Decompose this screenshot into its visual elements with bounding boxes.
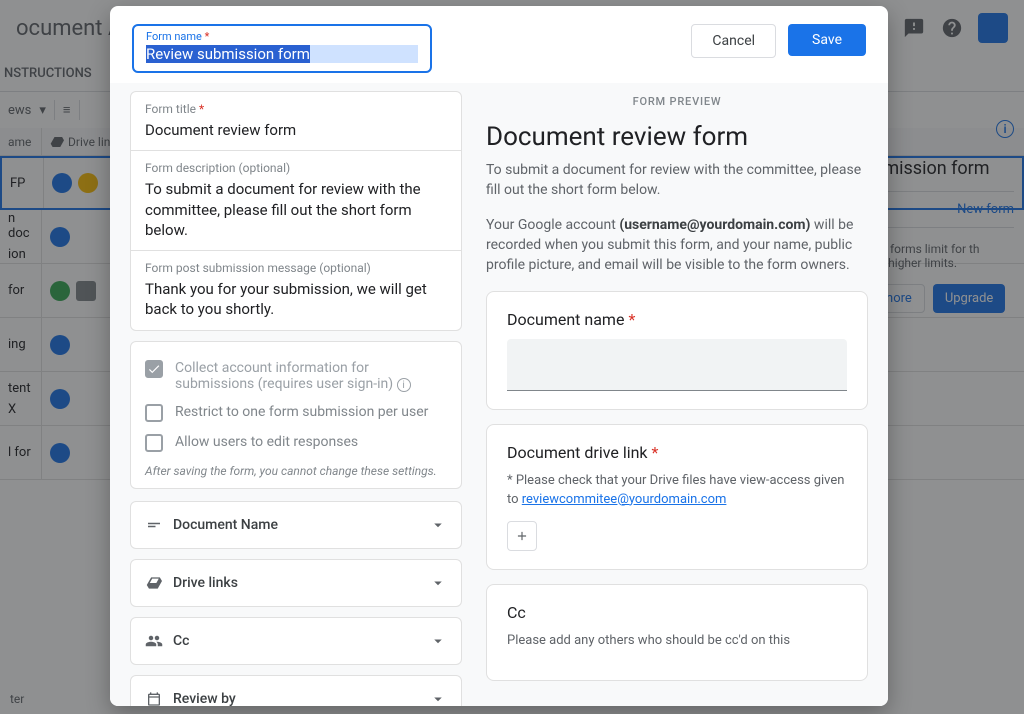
people-icon [145,632,163,650]
cancel-button[interactable]: Cancel [691,24,776,58]
setting-restrict-one[interactable]: Restrict to one form submission per user [145,398,447,428]
form-description-input[interactable]: To submit a document for review with the… [145,179,447,240]
preview-question-document-name: Document name* [486,291,868,410]
preview-account-note: Your Google account (username@yourdomain… [486,215,868,276]
setting-allow-edit[interactable]: Allow users to edit responses [145,428,447,458]
preview-question-drive-link: Document drive link* * Please check that… [486,424,868,569]
chevron-down-icon [429,574,447,592]
chevron-down-icon [429,690,447,706]
preview-text-input[interactable] [507,339,847,391]
form-name-input[interactable] [146,45,418,63]
date-icon [145,691,163,706]
field-item-drive-links[interactable]: Drive links [130,559,462,607]
form-post-message-input[interactable]: Thank you for your submission, we will g… [145,279,447,320]
field-item-cc[interactable]: Cc [130,617,462,665]
short-text-icon [145,516,163,534]
field-item-review-by[interactable]: Review by [130,675,462,706]
chevron-down-icon [429,516,447,534]
save-button[interactable]: Save [788,24,866,56]
form-title-input[interactable]: Document review form [145,120,447,140]
setting-collect-account: Collect account information for submissi… [145,354,447,399]
checkbox-icon[interactable] [145,434,163,452]
form-name-field[interactable]: Form name * [132,24,432,73]
preview-title: Document review form [486,122,868,152]
add-file-button[interactable] [507,521,537,551]
checkbox-checked-icon [145,360,163,378]
field-item-document-name[interactable]: Document Name [130,501,462,549]
checkbox-icon[interactable] [145,404,163,422]
preview-header: FORM PREVIEW [486,95,868,108]
review-email-link[interactable]: reviewcommitee@yourdomain.com [522,492,727,507]
drive-icon [145,575,163,591]
preview-question-cc: Cc Please add any others who should be c… [486,584,868,681]
chevron-down-icon [429,632,447,650]
preview-description: To submit a document for review with the… [486,160,868,201]
settings-note: After saving the form, you cannot change… [145,464,447,478]
form-editor-modal: Form name * Cancel Save Form title * Doc… [110,6,888,706]
